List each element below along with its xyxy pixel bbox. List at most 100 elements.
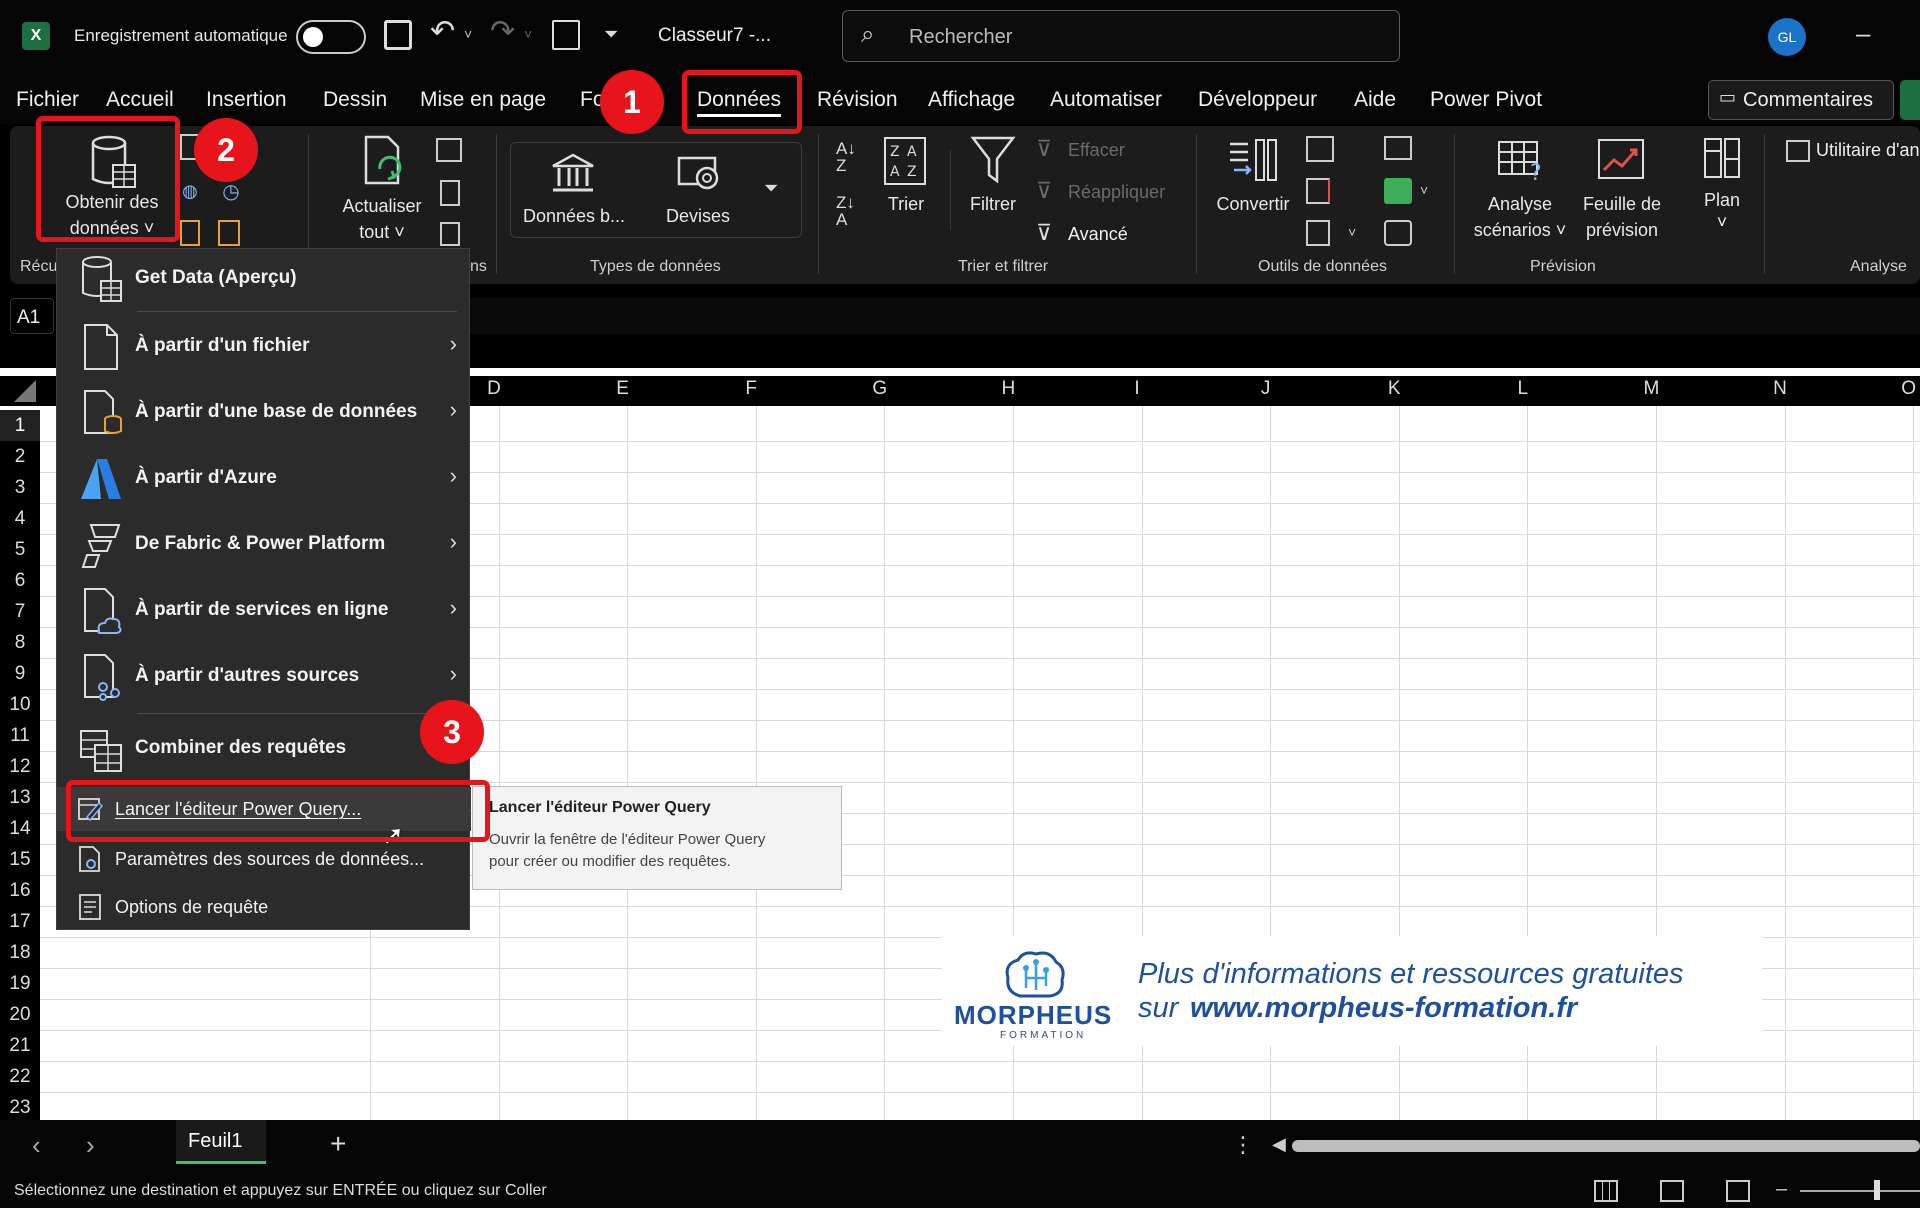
share-button[interactable] [1900,80,1920,120]
save-icon[interactable] [384,20,412,50]
undo-dropdown-icon[interactable]: ˅ [464,26,472,42]
tab-insertion[interactable]: Insertion [206,88,287,112]
forecast-label-2[interactable]: prévision [1572,220,1672,241]
column-header-h[interactable]: H [944,378,1072,400]
tab-bar-options-icon[interactable]: ⋮ [1232,1132,1254,1158]
column-header-i[interactable]: I [1073,378,1201,400]
recent-sources-icon[interactable]: ◷ [218,178,244,204]
page-layout-view-icon[interactable] [1660,1180,1684,1202]
add-sheet-button[interactable]: + [330,1128,346,1160]
clear-filter-label[interactable]: Effacer [1068,140,1125,161]
relationships-icon[interactable] [1384,220,1412,246]
normal-view-icon[interactable] [1594,1180,1618,1202]
zoom-out-icon[interactable]: – [1776,1178,1787,1201]
menu-item-query-options[interactable]: Options de requête [57,885,471,929]
column-header-m[interactable]: M [1587,378,1715,400]
row-header-22[interactable]: 22 [0,1061,40,1092]
tab-power-pivot[interactable]: Power Pivot [1430,88,1542,112]
tab-affichage[interactable]: Affichage [928,88,1015,112]
minimize-button[interactable]: – [1856,18,1870,49]
menu-item-from-azure[interactable]: À partir d'Azure › [57,449,471,509]
row-header-5[interactable]: 5 [0,534,40,565]
analysis-toolpak-label[interactable]: Utilitaire d'an [1816,140,1919,161]
column-header-e[interactable]: E [559,378,687,400]
consolidate-icon[interactable] [1384,136,1412,160]
properties-icon[interactable] [440,180,460,206]
row-header-1[interactable]: 1 [0,410,40,441]
name-box[interactable]: A1 [10,298,54,334]
autosave-toggle[interactable] [296,20,366,54]
row-header-17[interactable]: 17 [0,906,40,937]
tab-revision[interactable]: Révision [817,88,898,112]
column-header-l[interactable]: L [1459,378,1587,400]
flash-fill-icon[interactable] [1306,136,1334,162]
formula-input[interactable] [470,298,1920,334]
column-header-n[interactable]: N [1716,378,1844,400]
column-header-j[interactable]: J [1202,378,1330,400]
redo-icon[interactable]: ↷ [490,14,515,49]
existing-connections-icon[interactable] [218,220,240,246]
convert-label[interactable]: Convertir [1210,194,1296,215]
row-header-3[interactable]: 3 [0,472,40,503]
scroll-left-icon[interactable]: ◀ [1272,1134,1286,1155]
zoom-slider-thumb[interactable] [1874,1180,1880,1200]
row-header-16[interactable]: 16 [0,875,40,906]
menu-item-combine-queries[interactable]: Combiner des requêtes [57,719,471,779]
menu-item-from-fabric[interactable]: De Fabric & Power Platform › [57,515,471,575]
data-model-dropdown-icon[interactable]: ˅ [1420,182,1428,198]
row-header-8[interactable]: 8 [0,627,40,658]
data-types-more-icon[interactable]: ⏷ [764,178,778,199]
form-icon[interactable] [552,20,580,50]
outline-label[interactable]: Plan [1690,190,1754,211]
row-header-13[interactable]: 13 [0,782,40,813]
scroll-tabs-left-icon[interactable]: ‹ [32,1130,41,1161]
what-if-label-2[interactable]: scénarios ˅ [1464,220,1576,241]
tab-fichier[interactable]: Fichier [16,88,79,112]
avatar[interactable]: GL [1768,18,1806,56]
row-header-20[interactable]: 20 [0,999,40,1030]
tab-mise-en-page[interactable]: Mise en page [420,88,546,112]
row-header-9[interactable]: 9 [0,658,40,689]
redo-dropdown-icon[interactable]: ˅ [524,26,532,42]
sort-za-icon[interactable]: Z↓ A [836,194,866,236]
column-header-o[interactable]: O [1845,378,1920,400]
row-header-23[interactable]: 23 [0,1092,40,1123]
menu-item-from-database[interactable]: À partir d'une base de données › [57,383,471,443]
sort-az-icon[interactable]: A↓ Z [836,140,866,182]
queries-connections-icon[interactable] [436,138,462,162]
tab-dessin[interactable]: Dessin [323,88,387,112]
row-header-10[interactable]: 10 [0,689,40,720]
row-header-21[interactable]: 21 [0,1030,40,1061]
page-break-view-icon[interactable] [1726,1180,1750,1202]
row-header-11[interactable]: 11 [0,720,40,751]
row-header-12[interactable]: 12 [0,751,40,782]
scroll-tabs-right-icon[interactable]: › [86,1130,95,1161]
remove-duplicates-icon[interactable] [1306,178,1330,204]
row-header-14[interactable]: 14 [0,813,40,844]
sheet-tab-feuil1[interactable]: Feuil1 [176,1120,266,1164]
promo-url[interactable]: www.morpheus-formation.fr [1190,992,1577,1025]
from-web-icon[interactable]: ◍ [180,178,200,204]
filter-label[interactable]: Filtrer [960,194,1026,215]
menu-item-data-source-settings[interactable]: Paramètres des sources de données... [57,837,471,881]
from-table-icon[interactable] [180,220,200,246]
undo-icon[interactable]: ↶ [430,14,455,49]
document-title[interactable]: Classeur7 -... [658,25,771,47]
search-box[interactable]: ⌕ Rechercher [842,10,1400,62]
column-header-f[interactable]: F [687,378,815,400]
sort-label[interactable]: Trier [874,194,938,215]
customize-qat-icon[interactable]: ⏷ [604,24,618,45]
row-header-15[interactable]: 15 [0,844,40,875]
data-model-icon[interactable] [1384,178,1412,204]
tab-accueil[interactable]: Accueil [106,88,174,112]
tab-automatiser[interactable]: Automatiser [1050,88,1162,112]
forecast-label-1[interactable]: Feuille de [1572,194,1672,215]
select-all-corner[interactable] [14,380,36,402]
column-header-g[interactable]: G [816,378,944,400]
outline-chevron-icon[interactable]: ˅ [1690,212,1754,233]
row-header-6[interactable]: 6 [0,565,40,596]
refresh-label-2[interactable]: tout ˅ [330,222,434,243]
edit-links-icon[interactable] [440,222,460,246]
row-header-4[interactable]: 4 [0,503,40,534]
tab-aide[interactable]: Aide [1354,88,1396,112]
